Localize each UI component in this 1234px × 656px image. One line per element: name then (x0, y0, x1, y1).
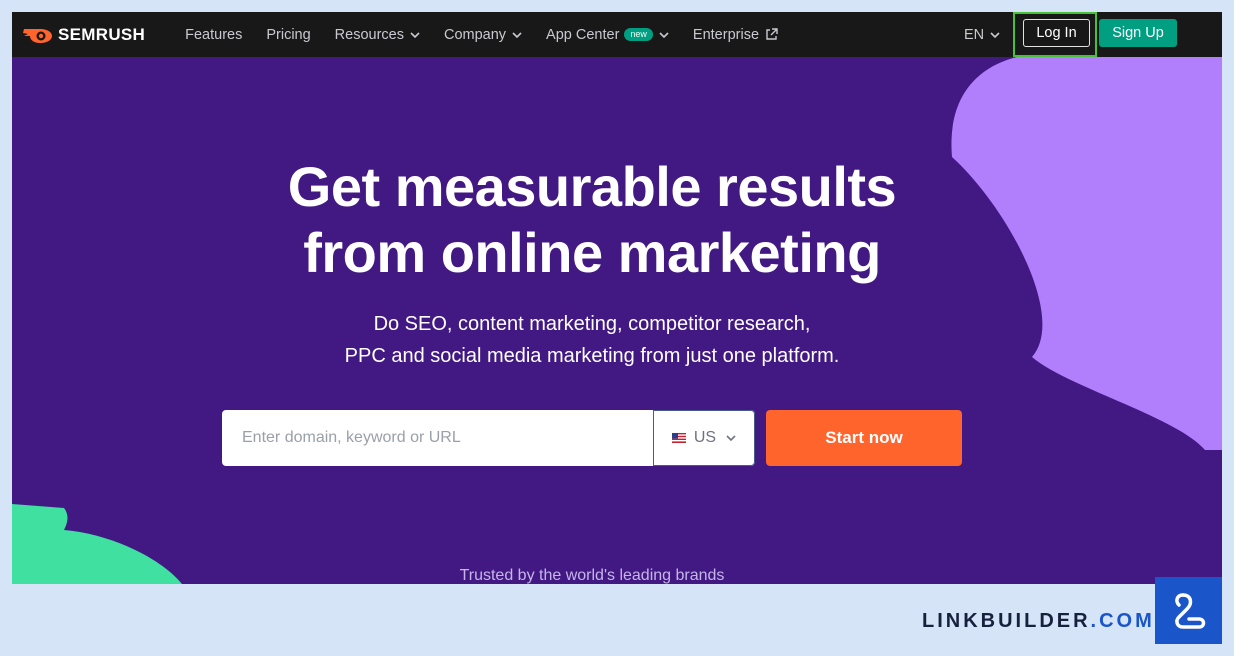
chevron-down-icon (410, 31, 420, 38)
nav-resources-label: Resources (334, 26, 404, 43)
link-icon (1174, 592, 1205, 629)
hero-title-line1: Get measurable results (287, 155, 897, 218)
decorative-green-shape (12, 504, 182, 584)
new-badge: new (624, 28, 653, 41)
signup-button[interactable]: Sign Up (1099, 19, 1177, 47)
country-label: US (693, 429, 717, 446)
domain-search-input[interactable] (222, 410, 653, 466)
start-now-button[interactable]: Start now (766, 410, 962, 466)
chevron-down-icon (659, 31, 669, 38)
hero-subtitle-line2: PPC and social media marketing from just… (344, 345, 840, 367)
nav-enterprise-label: Enterprise (692, 26, 760, 43)
semrush-logo[interactable]: SEMRUSH (22, 12, 145, 57)
external-link-icon (766, 28, 778, 40)
linkbuilder-logo-icon (1155, 577, 1222, 644)
wordmark-dot: . (1090, 610, 1100, 632)
brand-name: SEMRUSH (58, 24, 146, 44)
screenshot-frame: SEMRUSH Features Pricing Resources Compa… (12, 12, 1222, 584)
chevron-down-icon (512, 31, 522, 38)
hero-subtitle: Do SEO, content marketing, competitor re… (242, 308, 942, 372)
nav-pricing[interactable]: Pricing (266, 12, 310, 57)
hero-title: Get measurable results from online marke… (192, 154, 992, 286)
linkbuilder-wordmark: LINKBUILDER.COM (922, 610, 1155, 633)
chevron-down-icon (990, 31, 1000, 38)
nav-pricing-label: Pricing (266, 26, 311, 43)
us-flag-icon (671, 433, 686, 443)
nav-features[interactable]: Features (185, 12, 242, 57)
semrush-flame-icon (23, 28, 52, 43)
nav-company[interactable]: Company (444, 12, 522, 57)
hero-title-line2: from online marketing (303, 221, 881, 284)
top-navbar: SEMRUSH Features Pricing Resources Compa… (12, 12, 1222, 57)
language-label: EN (964, 26, 985, 43)
nav-app-center-label: App Center (546, 26, 620, 43)
nav-app-center[interactable]: App Center new (546, 12, 669, 57)
nav-company-label: Company (443, 26, 507, 43)
primary-nav: Features Pricing Resources Company App C… (185, 12, 802, 57)
hero-subtitle-line1: Do SEO, content marketing, competitor re… (373, 313, 811, 335)
nav-resources[interactable]: Resources (335, 12, 420, 57)
nav-features-label: Features (185, 26, 243, 43)
chevron-down-icon (726, 435, 736, 441)
wordmark-tld: COM (1099, 610, 1155, 632)
language-selector[interactable]: EN (964, 12, 1000, 57)
nav-enterprise[interactable]: Enterprise (693, 12, 778, 57)
trusted-brands-text: Trusted by the world's leading brands (459, 567, 725, 584)
wordmark-name: LINKBUILDER (922, 610, 1091, 632)
login-button[interactable]: Log In (1023, 19, 1090, 47)
country-selector[interactable]: US (653, 410, 755, 466)
search-bar: US (222, 410, 755, 466)
